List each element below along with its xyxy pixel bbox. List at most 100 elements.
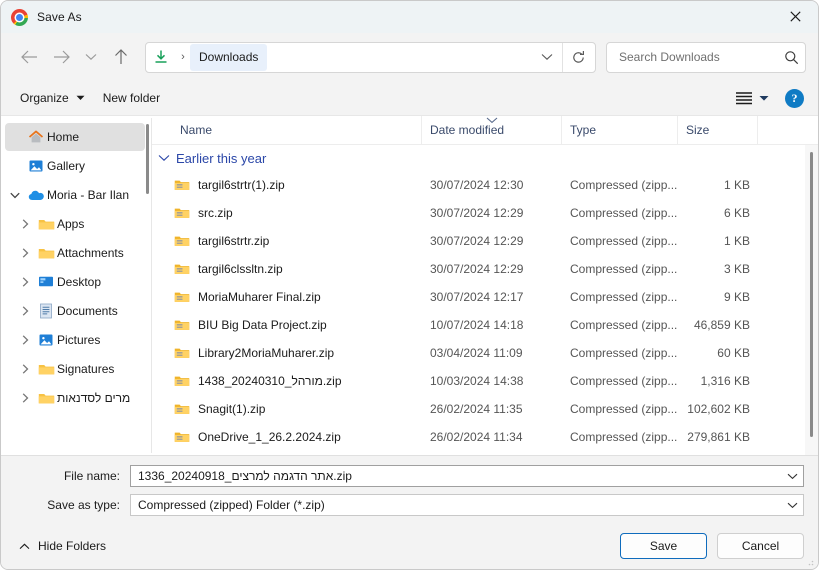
save-as-type-combobox[interactable] [130, 494, 804, 516]
file-type-cell: Compressed (zipp... [562, 290, 678, 304]
file-date-cell: 10/07/2024 14:18 [422, 318, 562, 332]
resize-grip-icon[interactable] [804, 556, 814, 566]
table-row[interactable]: targil6strtr(1).zip 30/07/2024 12:30 Com… [152, 171, 818, 199]
sidebar-item-pictures[interactable]: Pictures [15, 326, 145, 354]
file-date-cell: 30/07/2024 12:29 [422, 206, 562, 220]
zip-folder-icon [174, 402, 190, 416]
cancel-label: Cancel [742, 539, 779, 553]
sidebar-item-attachments[interactable]: Attachments [15, 239, 145, 267]
recent-locations-button[interactable] [77, 41, 105, 73]
file-name-cell: targil6strtr(1).zip [152, 178, 422, 192]
file-rows-container: Earlier this year targil6strtr(1).zip 30… [152, 145, 818, 455]
cancel-button[interactable]: Cancel [717, 533, 804, 559]
file-type-cell: Compressed (zipp... [562, 234, 678, 248]
file-name-label: File name: [15, 469, 130, 483]
expander-collapsed-icon[interactable] [15, 306, 35, 316]
help-button[interactable]: ? [785, 89, 804, 108]
column-header-name[interactable]: Name [152, 116, 422, 144]
sidebar-item-hebrew-folder[interactable]: מרים לסדנאות [15, 384, 145, 412]
sidebar-item-moria-bar-ilan[interactable]: Moria - Bar Ilan [5, 181, 145, 209]
sidebar-item-desktop[interactable]: Desktop [15, 268, 145, 296]
documents-icon [35, 303, 57, 319]
file-name-label: targil6strtr.zip [198, 234, 269, 248]
search-input[interactable] [617, 49, 784, 65]
table-row[interactable]: 1438_20240310_מורהל.zip 10/03/2024 14:38… [152, 367, 818, 395]
expander-collapsed-icon[interactable] [15, 393, 35, 403]
sidebar-item-signatures[interactable]: Signatures [15, 355, 145, 383]
sidebar-item-gallery[interactable]: Gallery [5, 152, 145, 180]
file-date-cell: 30/07/2024 12:29 [422, 262, 562, 276]
file-date-cell: 30/07/2024 12:29 [422, 234, 562, 248]
file-type-cell: Compressed (zipp... [562, 346, 678, 360]
sidebar-item-documents[interactable]: Documents [15, 297, 145, 325]
table-row[interactable]: targil6strtr.zip 30/07/2024 12:29 Compre… [152, 227, 818, 255]
refresh-button[interactable] [563, 43, 593, 72]
file-size-cell: 46,859 KB [678, 318, 758, 332]
file-name-combobox[interactable] [130, 465, 804, 487]
group-header-earlier-this-year[interactable]: Earlier this year [152, 145, 818, 171]
sidebar-item-home[interactable]: Home [5, 123, 145, 151]
column-header-size[interactable]: Size [678, 116, 758, 144]
save-as-type-input[interactable] [136, 497, 781, 513]
file-name-label: BIU Big Data Project.zip [198, 318, 327, 332]
address-bar[interactable]: › Downloads [145, 42, 596, 73]
table-row[interactable]: Library2MoriaMuharer.zip 03/04/2024 11:0… [152, 339, 818, 367]
organize-button[interactable]: Organize [11, 86, 94, 110]
file-name-cell: targil6strtr.zip [152, 234, 422, 248]
title-bar: Save As [1, 1, 818, 33]
sidebar-item-apps[interactable]: Apps [15, 210, 145, 238]
file-name-dropdown-button[interactable] [781, 473, 803, 480]
file-name-label: Snagit(1).zip [198, 402, 265, 416]
breadcrumb-downloads[interactable]: Downloads [190, 44, 267, 71]
expander-collapsed-icon[interactable] [15, 248, 35, 258]
save-button[interactable]: Save [620, 533, 707, 559]
up-arrow-icon [114, 49, 128, 65]
new-folder-label: New folder [103, 91, 160, 105]
view-options-button[interactable] [729, 87, 775, 109]
hide-folders-button[interactable]: Hide Folders [15, 535, 110, 557]
back-button[interactable] [13, 41, 45, 73]
zip-folder-icon [174, 234, 190, 248]
file-name-cell: 1438_20240310_מורהל.zip [152, 374, 422, 388]
expander-collapsed-icon[interactable] [15, 335, 35, 345]
file-size-cell: 3 KB [678, 262, 758, 276]
file-type-cell: Compressed (zipp... [562, 430, 678, 444]
file-date-cell: 26/02/2024 11:34 [422, 430, 562, 444]
search-box[interactable] [606, 42, 806, 73]
up-button[interactable] [105, 41, 137, 73]
table-row[interactable]: OneDrive_1_26.2.2024.zip 26/02/2024 11:3… [152, 423, 818, 451]
chevron-down-icon [85, 53, 97, 61]
chevron-down-icon [158, 154, 170, 162]
expander-collapsed-icon[interactable] [15, 219, 35, 229]
file-name-cell: targil6clssltn.zip [152, 262, 422, 276]
back-arrow-icon [21, 50, 38, 64]
folder-icon [35, 391, 57, 405]
forward-button[interactable] [45, 41, 77, 73]
zip-folder-icon [174, 290, 190, 304]
file-list-scrollbar-thumb[interactable] [810, 152, 813, 437]
address-dropdown-button[interactable] [532, 43, 562, 72]
table-row[interactable]: src.zip 30/07/2024 12:29 Compressed (zip… [152, 199, 818, 227]
table-row[interactable]: MoriaMuharer Final.zip 30/07/2024 12:17 … [152, 283, 818, 311]
file-date-cell: 30/07/2024 12:17 [422, 290, 562, 304]
expander-expanded-icon[interactable] [5, 192, 25, 199]
column-header-date-modified[interactable]: Date modified [422, 116, 562, 144]
chevron-up-icon [19, 543, 30, 550]
save-as-dialog: Save As [0, 0, 819, 570]
new-folder-button[interactable]: New folder [94, 86, 169, 110]
expander-collapsed-icon[interactable] [15, 364, 35, 374]
column-header-type[interactable]: Type [562, 116, 678, 144]
table-row[interactable]: BIU Big Data Project.zip 10/07/2024 14:1… [152, 311, 818, 339]
close-button[interactable] [772, 1, 818, 32]
file-type-cell: Compressed (zipp... [562, 318, 678, 332]
file-size-cell: 1,316 KB [678, 374, 758, 388]
chevron-down-icon [787, 473, 798, 480]
table-row[interactable]: targil6clssltn.zip 30/07/2024 12:29 Comp… [152, 255, 818, 283]
file-name-input[interactable] [136, 468, 781, 484]
table-row[interactable]: Snagit(1).zip 26/02/2024 11:35 Compresse… [152, 395, 818, 423]
zip-folder-icon [174, 430, 190, 444]
expander-collapsed-icon[interactable] [15, 277, 35, 287]
chevron-down-icon [787, 502, 798, 509]
sidebar-scrollbar-thumb[interactable] [146, 124, 149, 194]
save-as-type-dropdown-button[interactable] [781, 502, 803, 509]
